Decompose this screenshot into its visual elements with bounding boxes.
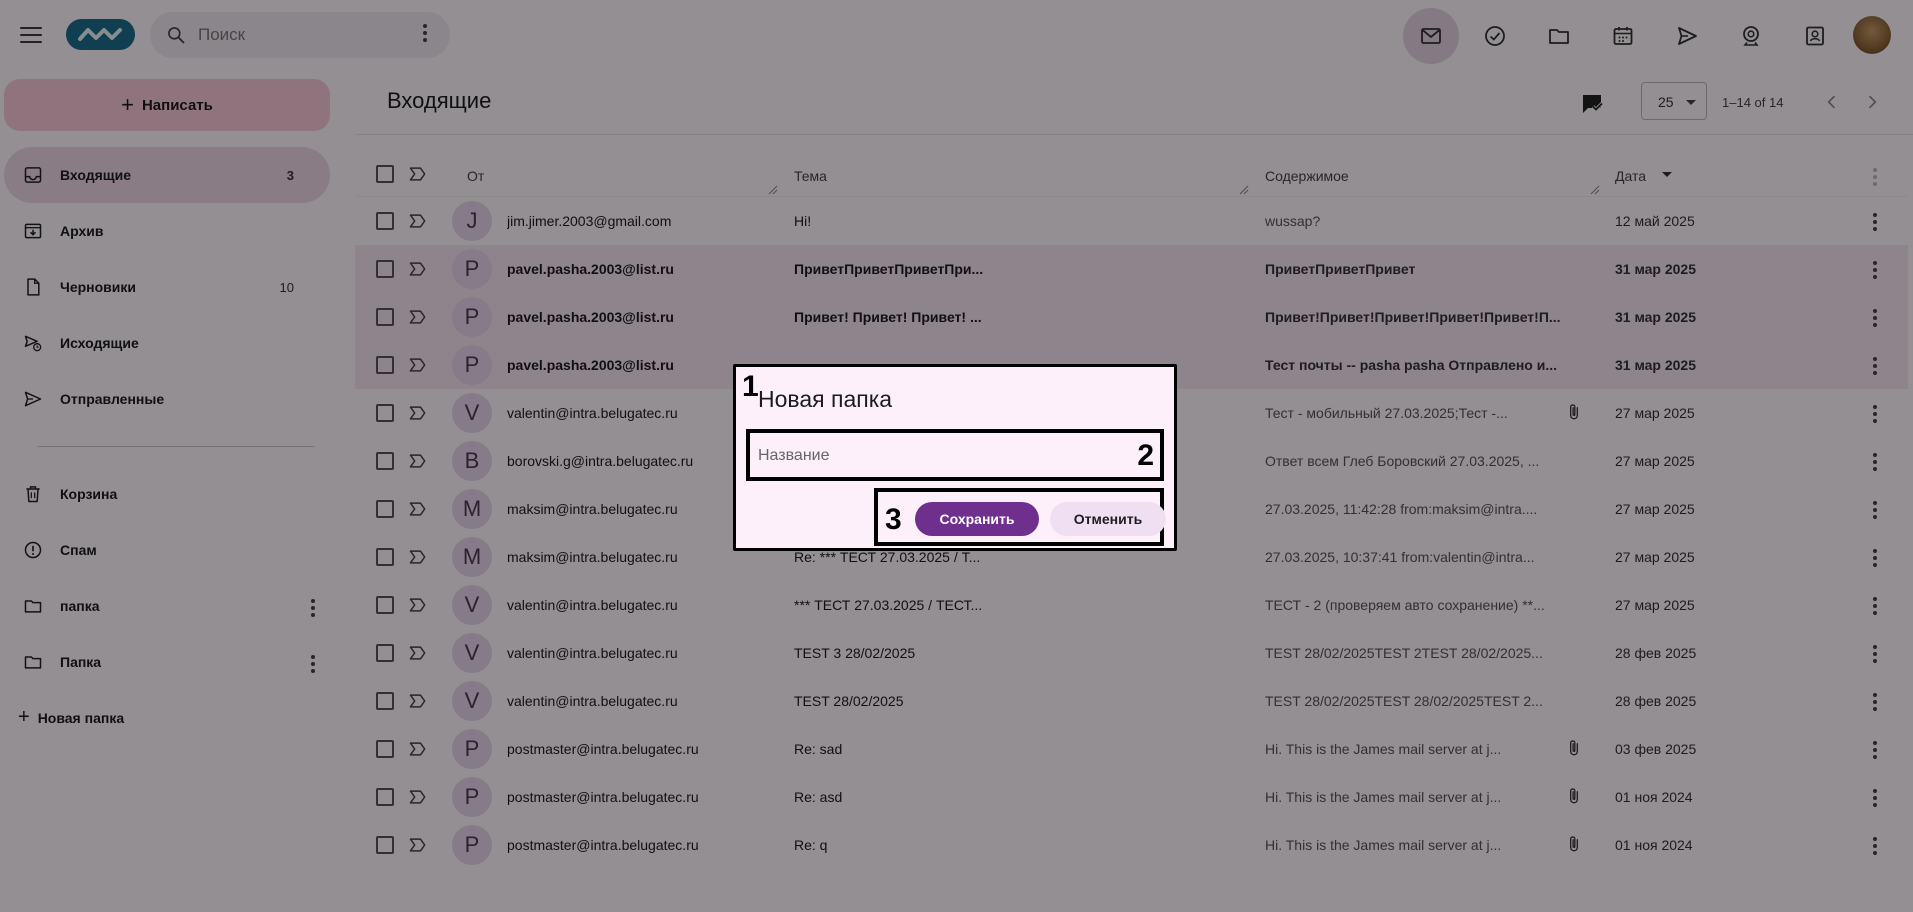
- folder-name-input[interactable]: [758, 447, 1088, 465]
- folder-name-field: 2: [746, 429, 1164, 481]
- annotation-marker-3: 3: [885, 503, 902, 536]
- new-folder-dialog: 1 Новая папка 2 3 Сохранить Отменить: [733, 364, 1177, 551]
- save-button[interactable]: Сохранить: [915, 502, 1039, 536]
- dialog-title: Новая папка: [758, 386, 893, 412]
- cancel-button[interactable]: Отменить: [1050, 502, 1166, 536]
- annotation-marker-2: 2: [1137, 439, 1154, 472]
- annotation-marker-1: 1: [742, 370, 759, 403]
- dialog-actions: 3 Сохранить Отменить: [874, 488, 1166, 546]
